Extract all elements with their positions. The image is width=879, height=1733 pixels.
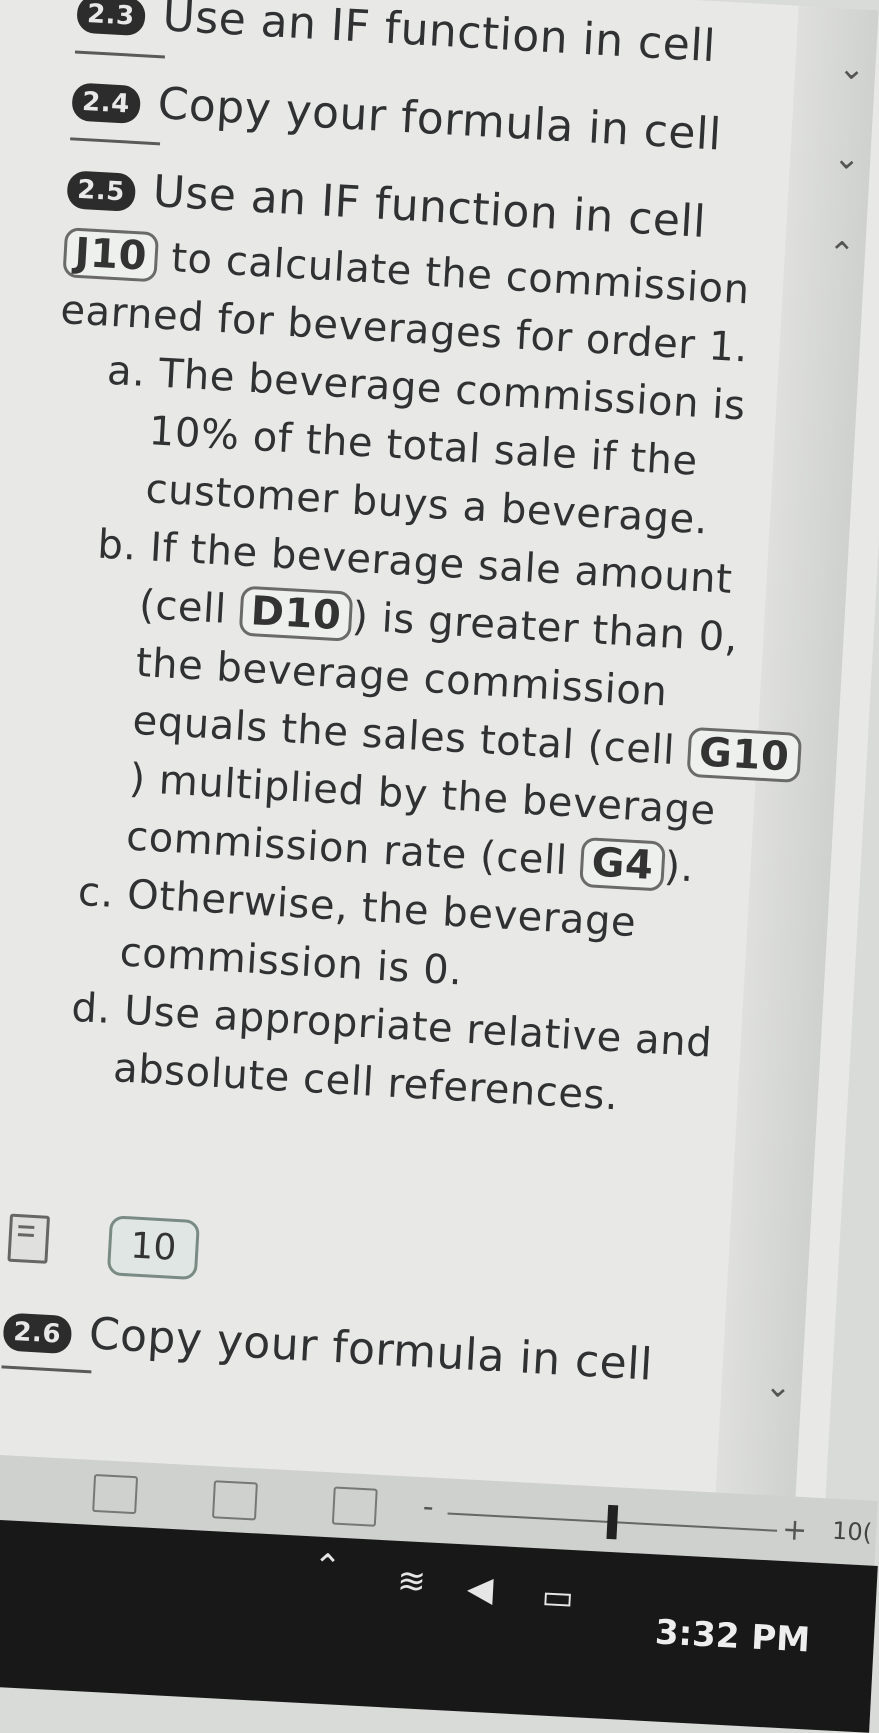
- cell-ref-j10[interactable]: J10: [62, 227, 160, 283]
- page-layout-view-icon[interactable]: [211, 1480, 258, 1521]
- chevron-down-icon[interactable]: ⌄: [837, 48, 866, 87]
- zoom-out-button[interactable]: -: [422, 1489, 435, 1525]
- chevron-down-icon[interactable]: ⌄: [832, 138, 861, 177]
- chevron-down-icon[interactable]: ⌄: [764, 1366, 793, 1405]
- task-2-3-title: Use an IF function in cell: [161, 0, 718, 73]
- task-2-3-badge: 2.3: [76, 0, 146, 37]
- speaker-icon[interactable]: ◀: [466, 1569, 494, 1610]
- task-2-4-header[interactable]: 2.4 Copy your formula in cell: [71, 73, 833, 166]
- cell-ref-g4[interactable]: G4: [579, 836, 666, 892]
- task-2-5-description: J10 to calculate the commission earned f…: [17, 223, 802, 1132]
- zoom-percentage[interactable]: 10(: [831, 1517, 872, 1547]
- task-divider: [74, 50, 165, 59]
- step-b-text: ).: [663, 843, 696, 892]
- task-2-5-badge: 2.5: [66, 170, 136, 212]
- task-divider: [70, 137, 161, 146]
- task-2-6-badge: 2.6: [2, 1312, 72, 1355]
- task-2-6-title: Copy your formula in cell: [87, 1308, 655, 1391]
- task-2-4-badge: 2.4: [71, 82, 141, 125]
- task-divider: [1, 1365, 92, 1374]
- zoom-in-button[interactable]: +: [781, 1512, 808, 1548]
- zoom-slider-thumb[interactable]: [606, 1504, 619, 1540]
- normal-view-icon[interactable]: [92, 1473, 139, 1515]
- instructions-panel: 2.3 Use an IF function in cell ⌄ 2.4 Copy …: [0, 0, 879, 1550]
- cell-ref-g10[interactable]: G10: [686, 726, 802, 783]
- cell-ref-d10[interactable]: D10: [238, 585, 354, 642]
- wifi-icon[interactable]: ≋: [396, 1561, 427, 1602]
- task-2-4-title: Copy your formula in cell: [156, 78, 723, 161]
- task-2-3-header[interactable]: 2.3 Use an IF function in cell: [76, 0, 838, 79]
- chevron-up-icon[interactable]: ⌃: [312, 1546, 343, 1587]
- taskbar-clock[interactable]: 3:32 PM: [654, 1612, 811, 1660]
- task-2-6-header[interactable]: 2.6 Copy your formula in cell: [2, 1303, 764, 1396]
- step-b-text: (cell: [137, 581, 228, 633]
- answer-value-box[interactable]: 10: [106, 1215, 200, 1281]
- sub-steps: a. The beverage commission is 10% of the…: [17, 339, 802, 1132]
- document-icon[interactable]: [7, 1213, 51, 1264]
- battery-icon[interactable]: ▭: [541, 1576, 575, 1618]
- chevron-up-icon[interactable]: ⌃: [827, 234, 856, 273]
- page-break-view-icon[interactable]: [331, 1486, 378, 1527]
